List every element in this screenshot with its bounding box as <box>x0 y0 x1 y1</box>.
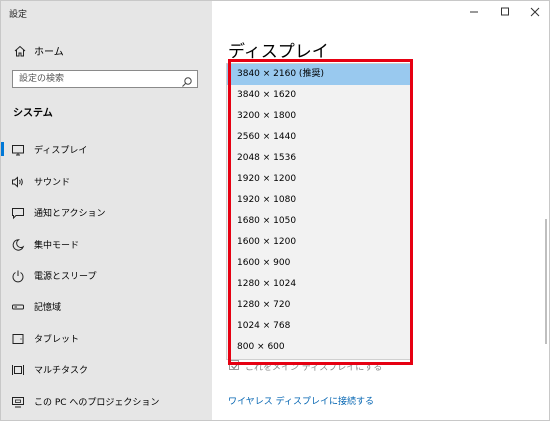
resolution-option[interactable]: 1920 × 1200 <box>227 169 412 190</box>
multitask-icon <box>11 362 25 376</box>
monitor-icon <box>11 142 25 156</box>
resolution-option[interactable]: 1920 × 1080 <box>227 190 412 211</box>
sidebar: 設定 ホーム システム ディスプレイ サウンド <box>1 1 212 420</box>
sidebar-item-focus[interactable]: 集中モード <box>1 231 212 257</box>
sidebar-item-label: 電源とスリープ <box>34 272 97 282</box>
sidebar-item-storage[interactable]: 記憶域 <box>1 293 212 319</box>
storage-icon <box>11 299 25 313</box>
sidebar-item-label: ディスプレイ <box>34 146 88 156</box>
sidebar-item-label: この PC へのプロジェクション <box>34 398 160 408</box>
search-icon[interactable] <box>181 73 193 87</box>
resolution-dropdown-list: 3840 × 2160 (推奨) 3840 × 1620 3200 × 1800… <box>226 63 413 360</box>
main-display-checkbox-label: これをメイン ディスプレイにする <box>245 363 383 373</box>
section-title: システム <box>13 108 53 119</box>
search-box[interactable] <box>12 70 198 88</box>
minimize-button[interactable] <box>464 5 484 19</box>
sidebar-item-label: マルチタスク <box>34 366 89 376</box>
tablet-icon <box>11 331 25 345</box>
resolution-option[interactable]: 3840 × 1620 <box>227 85 412 106</box>
scrollbar[interactable] <box>545 219 547 344</box>
sidebar-item-label: タブレット <box>34 335 80 345</box>
sidebar-item-display[interactable]: ディスプレイ <box>1 136 212 162</box>
main-display-checkbox[interactable] <box>229 360 239 370</box>
page-title: ディスプレイ <box>228 42 329 62</box>
resolution-option[interactable]: 1280 × 720 <box>227 295 412 316</box>
maximize-button[interactable] <box>495 5 515 19</box>
sidebar-item-tablet[interactable]: タブレット <box>1 325 212 351</box>
resolution-option[interactable]: 2560 × 1440 <box>227 127 412 148</box>
resolution-option[interactable]: 1600 × 1200 <box>227 232 412 253</box>
power-icon <box>11 268 25 283</box>
sidebar-item-projection[interactable]: この PC へのプロジェクション <box>1 388 212 414</box>
close-button[interactable] <box>525 5 545 19</box>
moon-icon <box>11 237 25 251</box>
sidebar-item-label: 集中モード <box>34 241 80 251</box>
resolution-option[interactable]: 800 × 600 <box>227 337 412 358</box>
resolution-option[interactable]: 1024 × 768 <box>227 316 412 337</box>
resolution-option[interactable]: 2048 × 1536 <box>227 148 412 169</box>
sidebar-item-power[interactable]: 電源とスリープ <box>1 262 212 288</box>
resolution-option[interactable]: 1680 × 1050 <box>227 211 412 232</box>
sidebar-item-label: 記憶域 <box>34 303 62 313</box>
sidebar-item-label: 通知とアクション <box>34 209 106 219</box>
app-title: 設定 <box>9 10 28 20</box>
settings-window: 設定 ホーム システム ディスプレイ サウンド <box>0 0 550 421</box>
active-indicator <box>1 142 4 156</box>
projection-icon <box>11 394 25 408</box>
nav-home[interactable]: ホーム <box>1 39 212 61</box>
main-pane: ディスプレイ これをメイン ディスプレイにする ワイヤレス ディスプレイに接続す… <box>212 1 549 420</box>
sidebar-item-multitasking[interactable]: マルチタスク <box>1 356 212 382</box>
sidebar-item-label: サウンド <box>34 178 71 188</box>
resolution-option[interactable]: 3200 × 1800 <box>227 106 412 127</box>
nav-home-label: ホーム <box>34 47 64 58</box>
resolution-option[interactable]: 1600 × 900 <box>227 253 412 274</box>
resolution-option[interactable]: 1280 × 1024 <box>227 274 412 295</box>
notification-icon <box>11 205 25 220</box>
sidebar-item-notifications[interactable]: 通知とアクション <box>1 199 212 225</box>
resolution-option[interactable]: 3840 × 2160 (推奨) <box>227 64 412 85</box>
wireless-display-link[interactable]: ワイヤレス ディスプレイに接続する <box>228 394 374 407</box>
sidebar-item-sound[interactable]: サウンド <box>1 168 212 194</box>
speaker-icon <box>11 174 25 188</box>
home-icon <box>13 43 27 57</box>
search-input[interactable] <box>13 71 179 87</box>
